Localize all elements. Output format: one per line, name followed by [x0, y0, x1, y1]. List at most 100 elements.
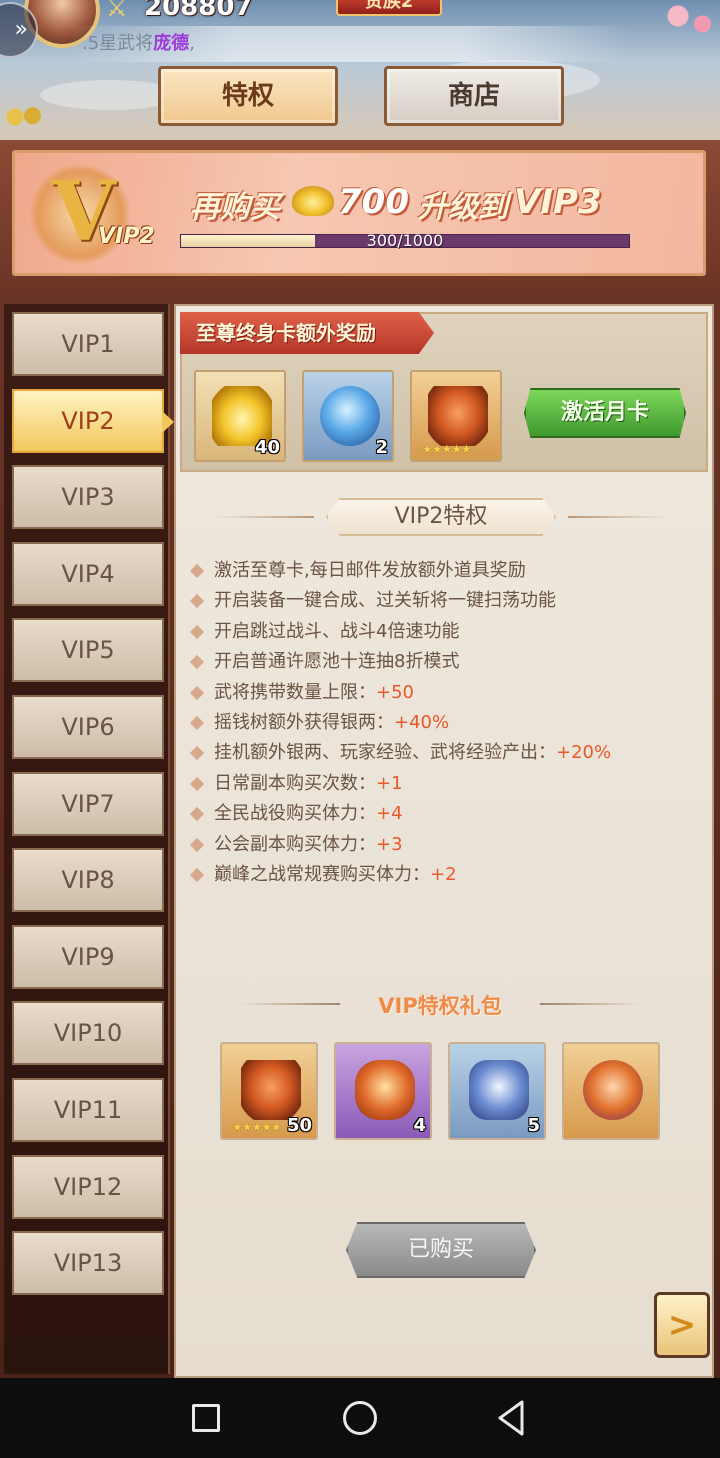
notice-suffix: , [189, 33, 195, 54]
blue-shield-icon [469, 1060, 529, 1120]
privilege-text: 激活至尊卡,每日邮件发放额外道具奖励 [214, 560, 526, 581]
activate-monthly-card-button[interactable]: 激活月卡 [524, 388, 686, 438]
gift-item-blue-shield[interactable]: 5 [448, 1042, 546, 1140]
privilege-item: 开启跳过战斗、战斗4倍速功能 [189, 617, 460, 643]
privilege-text: 日常副本购买次数： [214, 772, 376, 794]
gift-divider [540, 1003, 640, 1005]
sidebar-item-vip13[interactable]: VIP13 [12, 1231, 164, 1296]
recent-apps-icon[interactable] [184, 1396, 228, 1440]
vip-progress-bar: 300/1000 [180, 231, 630, 250]
section-divider [214, 516, 314, 518]
vip-progress-text: 300/1000 [366, 231, 444, 250]
vip-badge-label: VIP2 [98, 224, 155, 249]
home-icon[interactable] [338, 1396, 382, 1440]
sidebar-item-vip9[interactable]: VIP9 [12, 924, 164, 989]
sidebar-item-vip12[interactable]: VIP12 [12, 1154, 164, 1219]
red-helmet-icon [241, 1060, 301, 1120]
diamond-bullet-icon [189, 655, 205, 670]
privilege-section-title: VIP2特权 [326, 498, 556, 536]
privilege-item: 开启普通许愿池十连抽8折模式 [189, 647, 460, 673]
sidebar-item-vip4[interactable]: VIP4 [12, 541, 164, 606]
star-rating: ★★★★★ [422, 442, 472, 456]
sidebar-item-vip10[interactable]: VIP10 [12, 1001, 164, 1066]
reward-item-gold-ingot[interactable]: 40 [194, 370, 286, 462]
upgrade-prefix: 再购买 [190, 190, 280, 225]
privilege-text: 开启跳过战斗、战斗4倍速功能 [214, 620, 460, 642]
sidebar-item-vip6[interactable]: VIP6 [12, 695, 164, 759]
privilege-item: 摇钱树额外获得银两：+40% [189, 708, 449, 734]
bronze-medal-icon [583, 1060, 643, 1120]
blue-orb-icon [320, 386, 380, 446]
privilege-item: 挂机额外银两、玩家经验、武将经验产出：+20% [189, 738, 612, 764]
item-quantity: 5 [527, 1115, 540, 1136]
noble-rank-badge: 贵族2 [336, 0, 442, 16]
privilege-text: 挂机额外银两、玩家经验、武将经验产出： [214, 742, 556, 764]
privilege-item: 激活至尊卡,每日邮件发放额外道具奖励 [189, 556, 526, 582]
purchased-button[interactable]: 已购买 [346, 1222, 536, 1278]
gift-item-bronze-medal[interactable] [562, 1042, 660, 1140]
upgrade-target-level: VIP3 [514, 182, 602, 222]
reward-item-blue-orb[interactable]: 2 [302, 370, 394, 462]
privilege-text: 巅峰之战常规赛购买体力： [214, 864, 430, 885]
item-quantity: 4 [413, 1115, 426, 1136]
privilege-item: 巅峰之战常规赛购买体力：+2 [189, 860, 457, 886]
vip-level-badge: V VIP2 [22, 158, 155, 270]
combat-power-value: 208807 [144, 0, 253, 22]
item-quantity: 40 [254, 437, 280, 458]
crossed-swords-icon: ⚔ [106, 0, 128, 22]
gift-item-red-helmet[interactable]: ★★★★★ 50 [220, 1042, 318, 1140]
diamond-bullet-icon [189, 807, 205, 822]
privilege-item: 全民战役购买体力：+4 [189, 799, 403, 825]
sidebar-item-vip7[interactable]: VIP7 [12, 771, 164, 836]
diamond-bullet-icon [189, 685, 205, 700]
back-icon[interactable] [490, 1396, 534, 1440]
privilege-text: 公会副本购买体力： [214, 833, 376, 855]
section-divider [568, 516, 668, 518]
privilege-bonus: +50 [376, 681, 414, 703]
sidebar-item-vip5[interactable]: VIP5 [12, 618, 164, 683]
blossom-decoration [650, 0, 720, 40]
system-navigation-bar [0, 1378, 720, 1458]
diamond-bullet-icon [189, 624, 205, 639]
red-token-icon [355, 1060, 415, 1120]
marquee-notice: .5星武将庞德, [70, 26, 630, 62]
gift-pack-title: VIP特权礼包 [378, 994, 502, 1018]
privilege-bonus: +4 [376, 803, 403, 825]
next-page-lantern-button[interactable]: > [654, 1292, 710, 1358]
privilege-item: 日常副本购买次数：+1 [189, 769, 403, 795]
diamond-bullet-icon [189, 746, 205, 761]
tab-privilege[interactable]: 特权 [158, 66, 338, 126]
privilege-bonus: +20% [556, 742, 612, 764]
item-quantity: 2 [375, 437, 388, 458]
upgrade-suffix: 升级到 [418, 190, 508, 225]
diamond-bullet-icon [189, 837, 205, 852]
diamond-bullet-icon [189, 594, 205, 609]
privilege-text: 全民战役购买体力： [214, 803, 376, 825]
tab-shop[interactable]: 商店 [384, 66, 564, 126]
diamond-bullet-icon [189, 563, 205, 579]
sidebar-item-vip2[interactable]: VIP2 [12, 388, 174, 453]
red-helmet-icon [428, 386, 488, 446]
reward-item-red-helmet[interactable]: ★★★★★ [410, 370, 502, 462]
supreme-card-ribbon: 至尊终身卡额外奖励 [180, 312, 434, 354]
star-rating: ★★★★★ [232, 1120, 282, 1134]
sidebar-item-vip3[interactable]: VIP3 [12, 465, 164, 530]
privilege-text: 武将携带数量上限： [214, 681, 376, 703]
privilege-bonus: +1 [376, 772, 403, 794]
gift-item-red-token[interactable]: 4 [334, 1042, 432, 1140]
diamond-bullet-icon [189, 776, 205, 791]
sidebar-item-vip1[interactable]: VIP1 [12, 312, 164, 376]
privilege-item: 武将携带数量上限：+50 [189, 678, 414, 704]
privilege-text: 开启普通许愿池十连抽8折模式 [214, 651, 460, 673]
privilege-bonus: +2 [430, 864, 457, 885]
coins-decoration [0, 104, 50, 130]
item-quantity: 50 [286, 1115, 312, 1136]
diamond-bullet-icon [189, 715, 205, 731]
sidebar-item-vip11[interactable]: VIP11 [12, 1078, 164, 1142]
gold-ingot-icon [292, 186, 334, 216]
privilege-text: 摇钱树额外获得银两： [214, 712, 394, 733]
upgrade-amount: 700 [338, 182, 409, 222]
privilege-item: 公会副本购买体力：+3 [189, 830, 403, 856]
sidebar-item-vip8[interactable]: VIP8 [12, 848, 164, 913]
privilege-bonus: +3 [376, 833, 403, 855]
